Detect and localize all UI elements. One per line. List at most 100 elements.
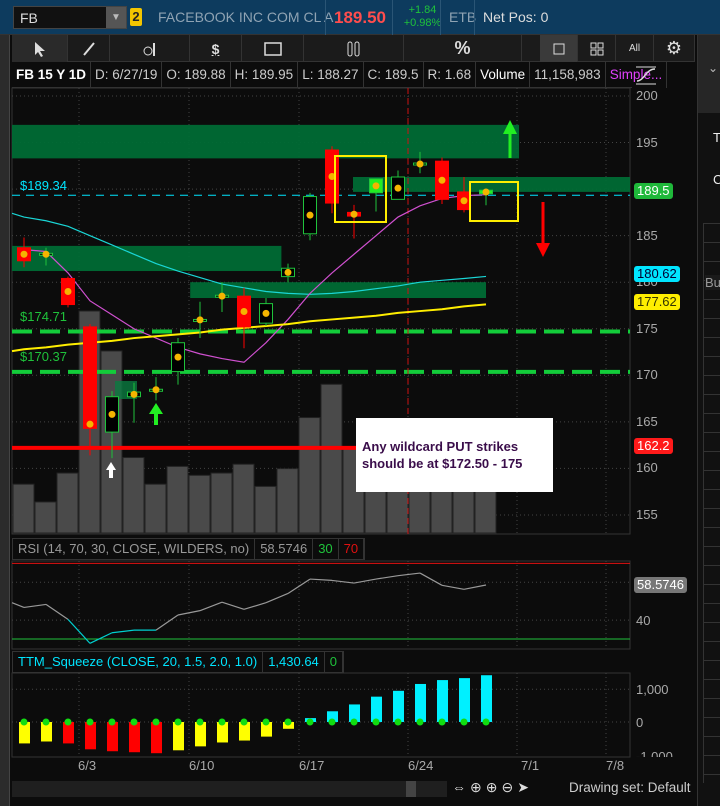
candle-dot [482, 188, 490, 196]
rsi-oversold: 30 [313, 539, 339, 559]
down-arrow-icon [536, 243, 550, 257]
volume-bar [276, 468, 299, 534]
candle-dot [218, 292, 226, 300]
support-zone [12, 124, 519, 159]
rsi-line-segment [23, 603, 47, 609]
candle-dot [438, 176, 446, 184]
squeeze-tick-neg1000: -1,000 [636, 749, 673, 757]
rsi-line-segment [155, 614, 179, 631]
squeeze-dot [42, 718, 50, 726]
candle-dot [86, 420, 94, 428]
rsi-line-segment [419, 572, 443, 586]
squeeze-bar [371, 696, 382, 722]
volume-bar [210, 472, 233, 534]
squeeze-bar [393, 690, 404, 722]
volume-bar [12, 483, 35, 534]
note-line-1: Any wildcard PUT strikes [362, 439, 519, 454]
crosshair-icon[interactable]: ⊕ [470, 779, 486, 795]
volume-bar [232, 463, 255, 534]
ma-yellow-badge: 177.62 [634, 294, 680, 310]
squeeze-state: 0 [325, 652, 344, 672]
candle-dot [416, 160, 424, 168]
candle-dot [350, 210, 358, 218]
price-tick: 165 [636, 413, 658, 429]
candle-dot [240, 308, 248, 316]
zoom-in-icon[interactable]: ⊕ [486, 779, 502, 795]
candle-dot [64, 288, 72, 296]
level-label-174: $174.71 [20, 309, 67, 324]
squeeze-header: TTM_Squeeze (CLOSE, 20, 1.5, 2.0, 1.0) 1… [12, 651, 345, 673]
chart-canvas[interactable] [0, 0, 720, 806]
rsi-line-segment [463, 584, 487, 590]
candle-dot [196, 316, 204, 324]
rsi-overbought: 70 [339, 539, 365, 559]
expand-icon[interactable]: ⇔ [452, 779, 470, 795]
annotation-note[interactable]: Any wildcard PUT strikes should be at $1… [356, 418, 553, 492]
volume-bar [166, 465, 189, 534]
pointer-icon[interactable]: ➤ [517, 779, 533, 795]
rsi-line-segment [11, 602, 25, 608]
candle-dot [284, 268, 292, 276]
price-tick: 185 [636, 227, 658, 243]
volume-bar [188, 474, 211, 534]
price-tick: 175 [636, 320, 658, 336]
scroll-thumb[interactable] [406, 781, 416, 797]
ma-cyan-badge: 180.62 [634, 266, 680, 282]
rsi-line-segment [331, 579, 355, 584]
rsi-line-segment [397, 572, 421, 577]
rsi-line-segment [221, 601, 245, 610]
rsi-title[interactable]: RSI (14, 70, 30, CLOSE, WILDERS, no) [13, 539, 256, 559]
squeeze-bar [415, 683, 426, 722]
squeeze-dot [372, 718, 380, 726]
squeeze-dot [218, 718, 226, 726]
horizontal-scrollbar[interactable] [12, 781, 447, 797]
squeeze-dot [284, 718, 292, 726]
squeeze-bar [85, 722, 96, 750]
drawing-set-selector[interactable]: Drawing set: Default [569, 780, 691, 795]
rsi-line-segment [375, 575, 399, 580]
squeeze-bar [481, 675, 492, 722]
volume-bar [122, 457, 145, 534]
volume-bar [56, 472, 79, 534]
price-tick: 170 [636, 367, 658, 383]
candle-body [83, 326, 97, 429]
x-label: 6/24 [408, 758, 434, 773]
squeeze-dot [394, 718, 402, 726]
support-zone [190, 282, 486, 299]
rsi-line-segment [45, 603, 69, 620]
note-line-2: should be at $172.50 - 175 [362, 456, 523, 471]
candle-dot [460, 197, 468, 205]
squeeze-dot [108, 718, 116, 726]
x-label: 6/17 [299, 758, 325, 773]
level-label-170: $170.37 [20, 349, 67, 364]
volume-bar [34, 501, 57, 534]
volume-bar [298, 417, 321, 534]
rsi-line-segment [265, 592, 289, 604]
squeeze-title[interactable]: TTM_Squeeze (CLOSE, 20, 1.5, 2.0, 1.0) [13, 652, 264, 672]
candle-dot [108, 410, 116, 418]
squeeze-dot [416, 718, 424, 726]
squeeze-dot [196, 718, 204, 726]
candle-dot [372, 182, 380, 190]
zoom-out-icon[interactable]: ⊖ [501, 779, 517, 795]
rsi-line-segment [309, 578, 333, 582]
rsi-line-segment [243, 602, 267, 610]
candle-dot [152, 386, 160, 394]
squeeze-bar [129, 722, 140, 753]
price-tick: 160 [636, 460, 658, 476]
squeeze-dot [438, 718, 446, 726]
rsi-line-segment [89, 632, 113, 644]
candle-dot [130, 390, 138, 398]
squeeze-dot [20, 718, 28, 726]
squeeze-dot [86, 718, 94, 726]
squeeze-dot [152, 718, 160, 726]
rsi-header: RSI (14, 70, 30, CLOSE, WILDERS, no) 58.… [12, 538, 366, 560]
squeeze-dot [130, 718, 138, 726]
volume-bar [320, 383, 343, 534]
squeeze-pane [11, 672, 631, 758]
candle-dot [394, 184, 402, 192]
last-price-badge: 189.5 [634, 183, 673, 199]
volume-bar [254, 485, 277, 534]
squeeze-bar [107, 722, 118, 752]
squeeze-bar [195, 722, 206, 747]
